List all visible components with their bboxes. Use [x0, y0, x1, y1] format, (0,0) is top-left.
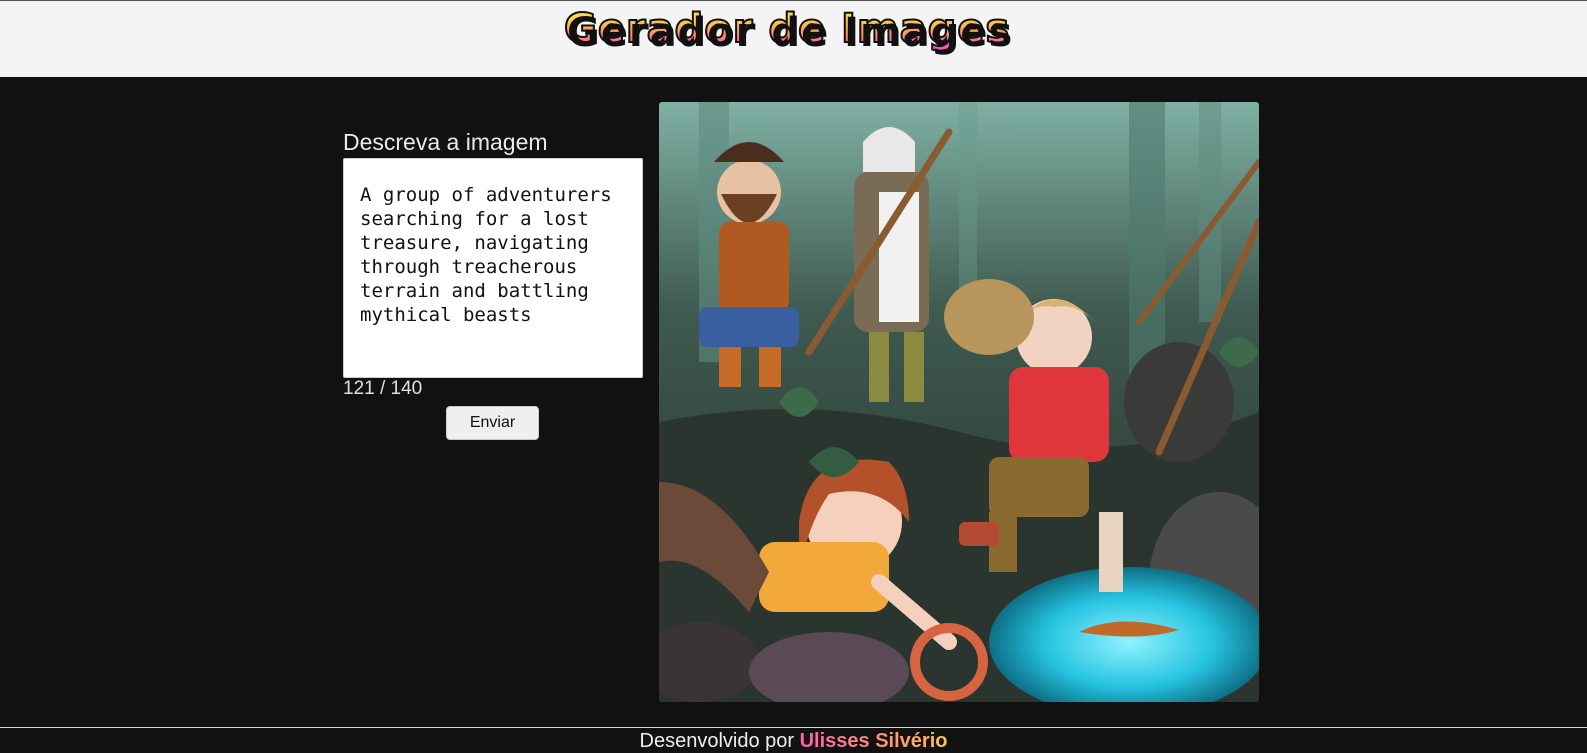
author-link[interactable]: Ulisses Silvério [800, 730, 948, 752]
generated-image [659, 102, 1259, 702]
generated-image-artwork [659, 102, 1259, 702]
header: Gerador de Images [0, 0, 1587, 77]
prompt-label: Descreva a imagem [343, 129, 548, 155]
submit-button[interactable]: Enviar [446, 406, 539, 440]
prompt-input[interactable] [343, 158, 643, 378]
app-logo-title: Gerador de Images [563, 5, 1011, 53]
character-counter: 121 / 140 [343, 378, 423, 399]
footer: Desenvolvido por Ulisses Silvério [0, 727, 1587, 753]
footer-prefix: Desenvolvido por [639, 730, 795, 752]
page: Gerador de Images Descreva a imagem 121 … [0, 0, 1587, 753]
